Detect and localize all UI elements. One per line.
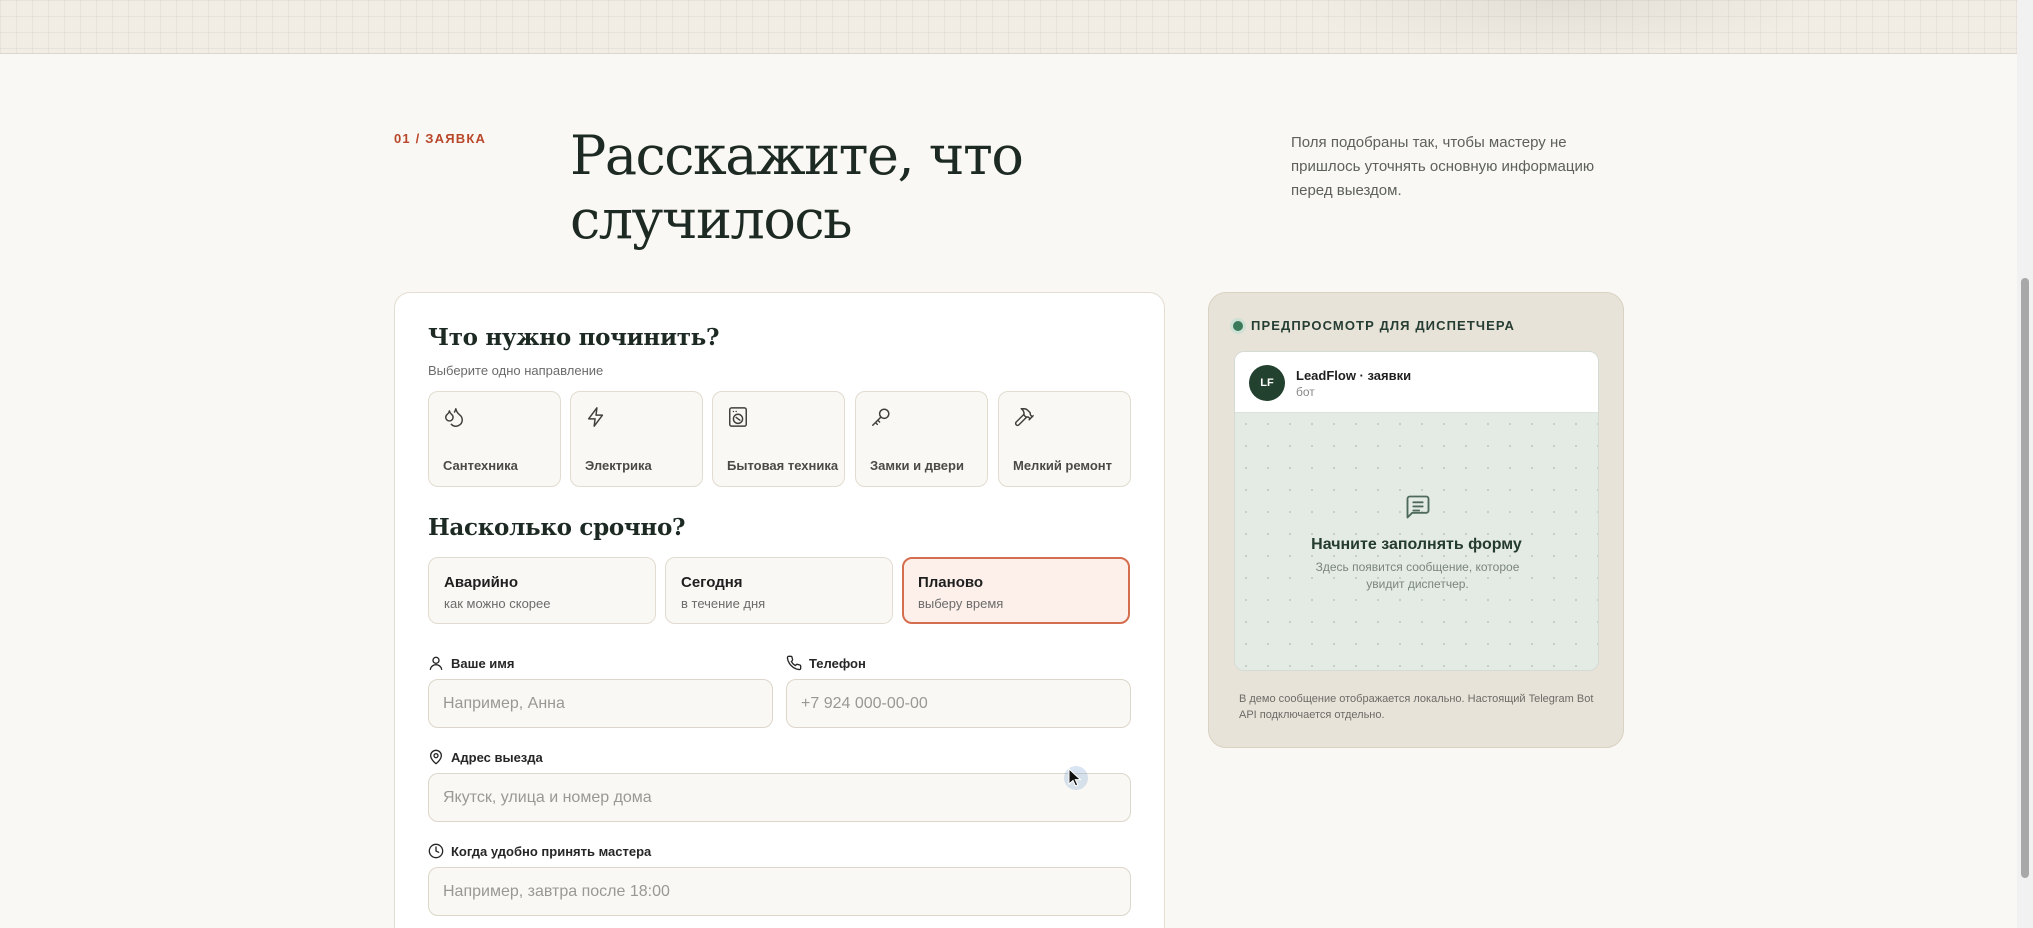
dispatcher-preview-panel: ПРЕДПРОСМОТР ДЛЯ ДИСПЕТЧЕРА LF LeadFlow … xyxy=(1208,292,1624,748)
chat-subtitle: бот xyxy=(1296,385,1315,399)
urgency-option-title: Планово xyxy=(918,574,984,591)
category-label: Электрика xyxy=(585,458,652,473)
urgency-emergency-option[interactable]: Аварийно как можно скорее xyxy=(428,557,656,624)
urgency-option-desc: как можно скорее xyxy=(444,596,551,611)
phone-label-text: Телефон xyxy=(809,655,866,671)
address-label-text: Адрес выезда xyxy=(451,749,543,765)
time-input[interactable] xyxy=(428,867,1131,916)
category-locks-button[interactable]: Замки и двери xyxy=(855,391,988,487)
phone-field-label: Телефон xyxy=(786,655,866,671)
map-pin-icon xyxy=(430,749,442,765)
address-input[interactable] xyxy=(428,773,1131,822)
urgency-today-option[interactable]: Сегодня в течение дня xyxy=(665,557,893,624)
status-dot-icon xyxy=(1233,320,1243,331)
category-electrics-button[interactable]: Электрика xyxy=(570,391,703,487)
name-input[interactable] xyxy=(428,679,773,728)
category-title: Что нужно починить? xyxy=(428,324,720,351)
avatar: LF xyxy=(1249,365,1285,401)
urgency-option-title: Аварийно xyxy=(444,574,519,591)
urgency-option-desc: в течение дня xyxy=(681,596,766,611)
chat-body: Начните заполнять форму Здесь появится с… xyxy=(1235,413,1598,670)
page-title-line-2: случилось xyxy=(570,188,852,251)
name-field-label: Ваше имя xyxy=(428,655,515,671)
category-subtitle: Выберите одно направление xyxy=(428,363,604,378)
urgency-option-title: Сегодня xyxy=(681,574,743,591)
category-appliances-button[interactable]: Бытовая техника xyxy=(712,391,845,487)
name-label-text: Ваше имя xyxy=(451,655,515,671)
section-note: Поля подобраны так, чтобы мастеру не при… xyxy=(1291,134,1595,199)
washing-machine-icon xyxy=(729,407,747,427)
category-label: Бытовая техника xyxy=(727,458,839,473)
phone-icon xyxy=(786,655,802,671)
category-label: Замки и двери xyxy=(870,458,964,473)
address-field-label: Адрес выезда xyxy=(428,749,543,765)
time-label-text: Когда удобно принять мастера xyxy=(451,843,652,859)
chat-header: LF LeadFlow · заявки бот xyxy=(1235,352,1598,413)
user-icon xyxy=(429,656,443,670)
decorative-shadow xyxy=(1300,0,1820,60)
preview-heading-text: ПРЕДПРОСМОТР ДЛЯ ДИСПЕТЧЕРА xyxy=(1251,318,1515,333)
key-icon xyxy=(872,408,890,426)
top-section-band xyxy=(0,0,2017,60)
urgency-title: Насколько срочно? xyxy=(428,514,686,541)
scrollbar-thumb[interactable] xyxy=(2021,278,2029,878)
hammer-icon xyxy=(1014,407,1034,427)
empty-state-title: Начните заполнять форму xyxy=(1311,536,1522,553)
category-small-repair-button[interactable]: Мелкий ремонт xyxy=(998,391,1131,487)
time-field-label: Когда удобно принять мастера xyxy=(428,843,651,859)
category-label: Сантехника xyxy=(443,458,518,473)
category-plumbing-button[interactable]: Сантехника xyxy=(428,391,561,487)
preview-note: В демо сообщение отображается локально. … xyxy=(1239,693,1594,721)
mouse-cursor-icon xyxy=(1064,766,1088,790)
clock-icon xyxy=(428,843,444,859)
droplets-icon xyxy=(445,408,463,427)
preview-heading: ПРЕДПРОСМОТР ДЛЯ ДИСПЕТЧЕРА xyxy=(1233,318,1515,333)
lightning-icon xyxy=(587,407,604,427)
empty-state-subtitle: Здесь появится сообщение, которое увидит… xyxy=(1315,560,1520,591)
page-title-line-1: Расскажите, что xyxy=(570,124,1024,187)
category-label: Мелкий ремонт xyxy=(1013,458,1113,473)
urgency-option-desc: выберу время xyxy=(918,596,1004,611)
phone-input[interactable] xyxy=(786,679,1131,728)
message-icon xyxy=(1406,495,1430,519)
chat-window: LF LeadFlow · заявки бот Начните заполня… xyxy=(1234,351,1599,671)
request-form-card: Что нужно починить? Выберите одно направ… xyxy=(394,292,1165,928)
chat-name: LeadFlow · заявки xyxy=(1296,368,1412,383)
page-title: Расскажите, что случилось xyxy=(570,124,1090,252)
urgency-planned-option[interactable]: Планово выберу время xyxy=(902,557,1130,624)
section-eyebrow: 01 / ЗАЯВКА xyxy=(394,131,487,146)
page-scrollbar[interactable] xyxy=(2017,0,2033,928)
